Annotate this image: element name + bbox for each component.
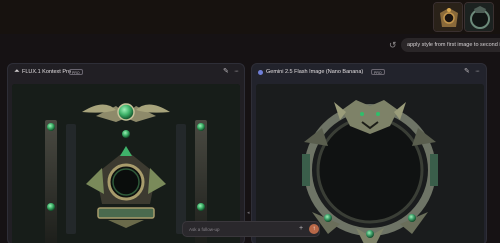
- edit-icon[interactable]: ✎: [223, 67, 229, 76]
- more-icon[interactable]: ···: [475, 67, 480, 76]
- follow-up-composer[interactable]: Ask a follow-up + ↑: [182, 221, 320, 237]
- result-panel-flux: ⏶ FLUX.1 Kontext Pro PRO ✎ ···: [7, 63, 245, 243]
- send-arrow-icon[interactable]: ↑: [309, 224, 319, 234]
- panel-header: ⏶ FLUX.1 Kontext Pro PRO ✎ ···: [8, 64, 244, 81]
- gemini-dot-icon: [258, 70, 263, 75]
- pro-badge: PRO: [69, 69, 83, 75]
- top-bar: [0, 0, 500, 34]
- edit-icon[interactable]: ✎: [464, 67, 470, 76]
- generated-image-gemini[interactable]: [256, 84, 484, 243]
- result-panel-gemini: Gemini 2.5 Flash Image (Nano Banana) PRO…: [251, 63, 487, 243]
- more-icon[interactable]: ···: [234, 67, 239, 76]
- model-name: Gemini 2.5 Flash Image (Nano Banana): [266, 69, 364, 75]
- panel-header: Gemini 2.5 Flash Image (Nano Banana) PRO…: [252, 64, 486, 81]
- model-name: FLUX.1 Kontext Pro: [22, 69, 71, 75]
- plus-icon[interactable]: +: [299, 224, 303, 234]
- user-prompt-bubble: apply style from first image to second i…: [401, 38, 500, 52]
- restore-icon[interactable]: ↺: [389, 40, 399, 50]
- second-image-thumbnail[interactable]: [464, 2, 494, 32]
- generated-image-flux[interactable]: [12, 84, 240, 243]
- follow-up-input[interactable]: Ask a follow-up: [189, 225, 220, 234]
- pro-badge: PRO: [371, 69, 385, 75]
- first-image-thumbnail[interactable]: [433, 2, 463, 32]
- flux-logo-icon: ⏶: [14, 68, 20, 75]
